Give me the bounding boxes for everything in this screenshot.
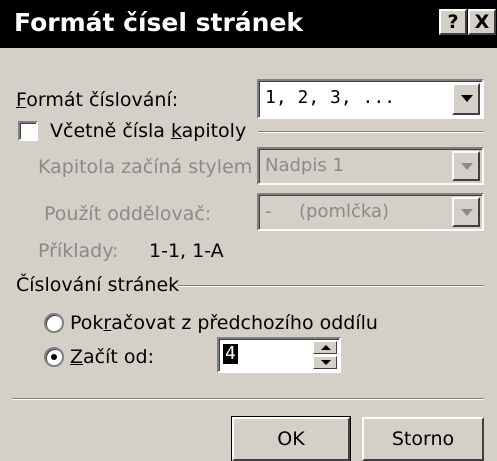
number-format-label: Formát číslování: — [16, 89, 179, 111]
separator-combo[interactable]: - (pomlčka) — [257, 193, 484, 231]
spin-down-button[interactable] — [313, 356, 337, 369]
chevron-down-icon — [461, 95, 473, 102]
chapter-style-dropdown-button[interactable] — [452, 151, 480, 181]
include-chapter-checkbox[interactable] — [18, 121, 38, 141]
start-at-radio[interactable] — [44, 347, 64, 367]
separator-symbol: - — [265, 201, 272, 222]
help-button[interactable]: ? — [439, 9, 467, 35]
radio-selected-dot — [51, 354, 57, 360]
number-format-dropdown-button[interactable] — [452, 83, 480, 115]
examples-label: Příklady: — [38, 240, 119, 262]
page-numbering-group-divider — [178, 285, 484, 287]
dialog-title: Formát čísel stránek — [14, 8, 304, 37]
close-button[interactable]: X — [468, 9, 496, 35]
title-bar[interactable]: Formát čísel stránek ? X — [0, 0, 497, 48]
chapter-style-value: Nadpis 1 — [265, 155, 344, 176]
start-at-spin-buttons — [313, 341, 337, 369]
page-number-format-dialog: Formát čísel stránek ? X Formát číslován… — [0, 0, 497, 461]
spin-up-button[interactable] — [313, 341, 337, 354]
start-at-spinner[interactable]: 4 — [217, 337, 341, 373]
chapter-style-combo[interactable]: Nadpis 1 — [257, 147, 484, 185]
separator-dropdown-button[interactable] — [452, 197, 480, 227]
examples-value: 1-1, 1-A — [149, 240, 224, 262]
cancel-button[interactable]: Storno — [362, 417, 484, 461]
separator-label: Použít oddělovač: — [44, 203, 212, 225]
continue-previous-label[interactable]: Pokračovat z předchozího oddílu — [70, 312, 378, 334]
start-at-label[interactable]: Začít od: — [70, 346, 154, 368]
chapter-style-label: Kapitola začíná stylem — [38, 156, 253, 178]
number-format-combo[interactable]: 1, 2, 3, ... — [257, 79, 484, 119]
chevron-down-icon — [461, 209, 473, 216]
page-numbering-group-label: Číslování stránek — [16, 274, 180, 296]
bottom-divider — [12, 398, 484, 400]
start-at-value[interactable]: 4 — [223, 344, 238, 364]
separator-value: (pomlčka) — [299, 201, 390, 222]
ok-button[interactable]: OK — [231, 416, 351, 461]
number-format-value: 1, 2, 3, ... — [265, 87, 396, 108]
chapter-group-divider — [258, 131, 484, 133]
include-chapter-label[interactable]: Včetně čísla kapitoly — [50, 120, 246, 142]
arrow-up-icon — [321, 345, 331, 350]
arrow-down-icon — [321, 360, 331, 365]
continue-previous-radio[interactable] — [44, 313, 64, 333]
chevron-down-icon — [461, 163, 473, 170]
